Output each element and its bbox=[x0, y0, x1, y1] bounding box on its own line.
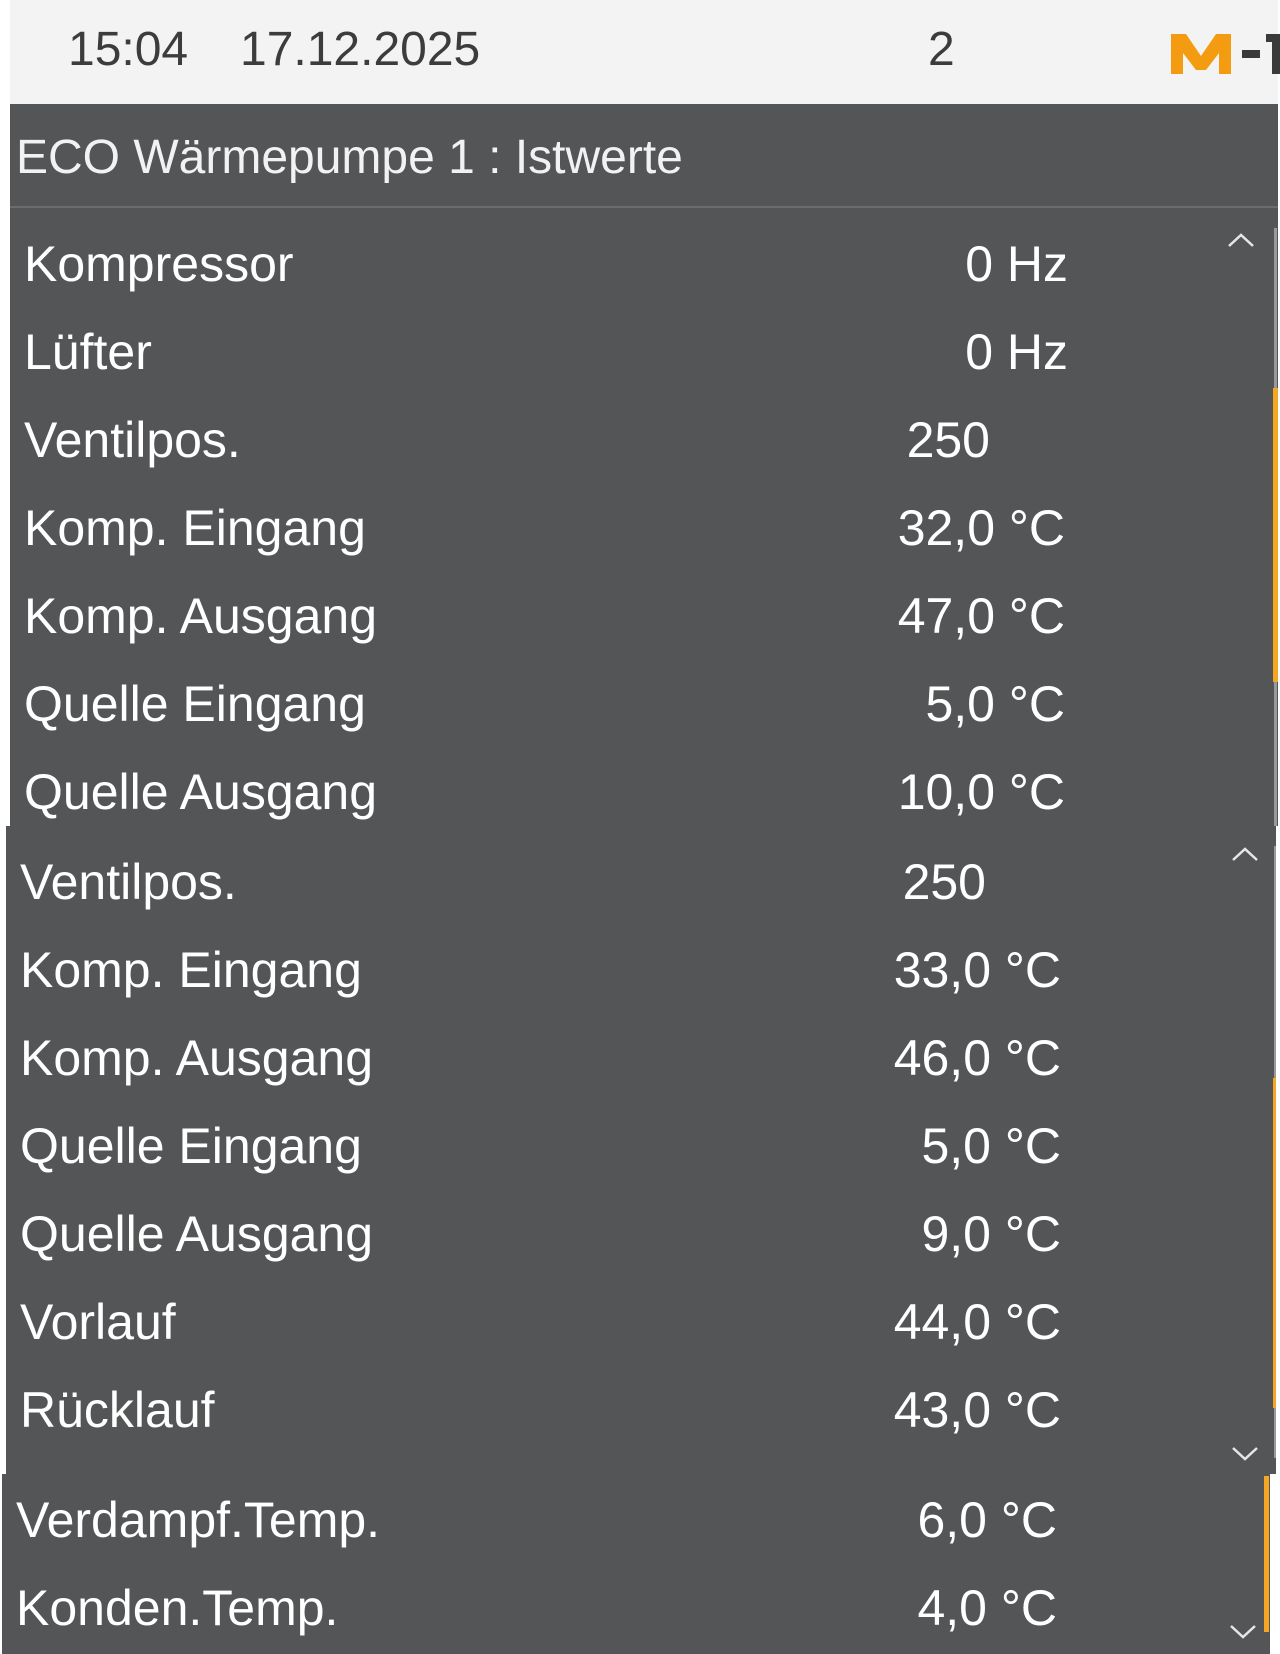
list-item: Ventilpos. 250 bbox=[10, 396, 990, 484]
list-item: Quelle Eingang 5,0 °C bbox=[6, 1102, 1061, 1190]
list-item: Ventilpos. 250 bbox=[6, 838, 986, 926]
row-value: 250 bbox=[906, 412, 990, 468]
status-time: 15:04 bbox=[68, 23, 189, 76]
list-item: Quelle Ausgang 9,0 °C bbox=[6, 1190, 1061, 1278]
values-panel-1[interactable]: Kompressor 0 Hz Lüfter 0 Hz Ventilpos. 2… bbox=[10, 208, 1278, 826]
page-title: ECO Wärmepumpe 1 : Istwerte bbox=[16, 131, 683, 184]
brand-logo bbox=[1168, 30, 1280, 76]
chevron-up-icon[interactable] bbox=[1230, 844, 1260, 864]
list-item: Rücklauf 43,0 °C bbox=[6, 1366, 1061, 1454]
scrollbar-thumb[interactable] bbox=[1273, 1078, 1276, 1408]
list-item: Lüfter 0 Hz bbox=[10, 308, 1068, 396]
chevron-down-icon[interactable] bbox=[1228, 1622, 1258, 1642]
row-value: 0 Hz bbox=[965, 324, 1068, 380]
row-value: 5,0 °C bbox=[921, 1118, 1061, 1174]
row-value: 10,0 °C bbox=[897, 764, 1065, 820]
list-item: Quelle Ausgang 10,0 °C bbox=[10, 748, 1065, 826]
row-value: 33,0 °C bbox=[893, 942, 1061, 998]
row-value: 6,0 °C bbox=[917, 1492, 1057, 1548]
values-panel-3[interactable]: Verdampf.Temp. 6,0 °C Konden.Temp. 4,0 °… bbox=[2, 1474, 1270, 1654]
chevron-down-icon[interactable] bbox=[1230, 1444, 1260, 1464]
list-item: Komp. Eingang 32,0 °C bbox=[10, 484, 1065, 572]
list-item: Konden.Temp. 4,0 °C bbox=[2, 1564, 1057, 1652]
row-value: 32,0 °C bbox=[897, 500, 1065, 556]
status-date: 17.12.2025 bbox=[240, 23, 481, 76]
list-item: Vorlauf 44,0 °C bbox=[6, 1278, 1061, 1366]
row-value: 44,0 °C bbox=[893, 1294, 1061, 1350]
scrollbar-thumb[interactable] bbox=[1273, 388, 1278, 682]
status-bar: 15:04 17.12.2025 2 bbox=[10, 0, 1280, 104]
screen: 15:04 17.12.2025 2 ECO Wärmepumpe 1 : Is… bbox=[0, 0, 1280, 1654]
list-item: Komp. Ausgang 47,0 °C bbox=[10, 572, 1065, 660]
list-item: Quelle Eingang 5,0 °C bbox=[10, 660, 1065, 748]
row-value: 4,0 °C bbox=[917, 1580, 1057, 1636]
list-item: Verdampf.Temp. 6,0 °C bbox=[2, 1476, 1057, 1564]
values-panel-2[interactable]: Ventilpos. 250 Komp. Eingang 33,0 °C Kom… bbox=[6, 826, 1276, 1474]
chevron-up-icon[interactable] bbox=[1226, 230, 1256, 250]
row-value: 9,0 °C bbox=[921, 1206, 1061, 1262]
row-value: 0 Hz bbox=[965, 236, 1068, 292]
row-value: 43,0 °C bbox=[893, 1382, 1061, 1438]
scrollbar-thumb[interactable] bbox=[1264, 1476, 1269, 1632]
list-item: Kompressor 0 Hz bbox=[10, 220, 1068, 308]
row-value: 47,0 °C bbox=[897, 588, 1065, 644]
row-value: 250 bbox=[902, 854, 986, 910]
row-value: 46,0 °C bbox=[893, 1030, 1061, 1086]
list-item: Komp. Ausgang 46,0 °C bbox=[6, 1014, 1061, 1102]
page-header: ECO Wärmepumpe 1 : Istwerte bbox=[10, 104, 1278, 208]
list-item: Komp. Eingang 33,0 °C bbox=[6, 926, 1061, 1014]
row-value: 5,0 °C bbox=[925, 676, 1065, 732]
status-number: 2 bbox=[928, 23, 955, 76]
